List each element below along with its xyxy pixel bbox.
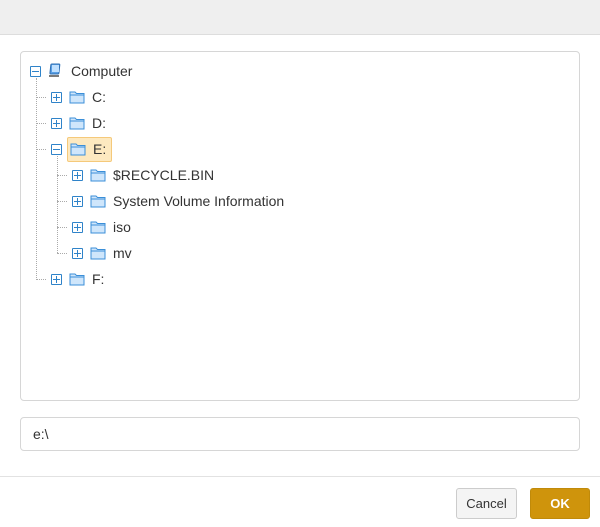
- tree-node-recycle-bin: $RECYCLE.BIN: [72, 164, 217, 186]
- expand-toggle[interactable]: [51, 273, 62, 285]
- tree-node-label[interactable]: E:: [90, 141, 109, 157]
- tree-connector-line: [36, 78, 37, 278]
- expand-toggle[interactable]: [51, 91, 62, 103]
- tree-node-system-volume-information: System Volume Information: [72, 190, 287, 212]
- selected-node-highlight[interactable]: E:: [67, 136, 113, 162]
- tree-node-mv: mv: [72, 242, 135, 264]
- computer-icon: [48, 63, 64, 79]
- tree-node-label[interactable]: System Volume Information: [110, 190, 287, 212]
- tree-node-iso: iso: [72, 216, 134, 238]
- expand-toggle[interactable]: [72, 169, 83, 181]
- tree-connector-line: [36, 123, 46, 124]
- collapse-toggle[interactable]: [30, 65, 41, 77]
- tree-connector-line: [57, 201, 67, 202]
- tree-node-drive-c: C:: [51, 86, 109, 108]
- expand-toggle[interactable]: [72, 195, 83, 207]
- path-input[interactable]: [20, 417, 580, 451]
- tree-node-drive-d: D:: [51, 112, 109, 134]
- folder-icon: [69, 90, 85, 104]
- tree-connector-line: [36, 279, 46, 280]
- dialog-title-bar: [0, 0, 600, 35]
- cancel-button[interactable]: Cancel: [456, 488, 517, 519]
- tree-connector-line: [36, 97, 46, 98]
- tree-node-label[interactable]: F:: [89, 268, 107, 290]
- tree-connector-line: [57, 253, 67, 254]
- collapse-toggle[interactable]: [51, 143, 62, 155]
- folder-icon: [90, 194, 106, 208]
- ok-button[interactable]: OK: [530, 488, 590, 519]
- folder-tree-panel[interactable]: Computer C: D: E: $RECYCLE.BIN System Vo…: [20, 51, 580, 401]
- expand-toggle[interactable]: [51, 117, 62, 129]
- expand-toggle[interactable]: [72, 247, 83, 259]
- tree-node-label[interactable]: C:: [89, 86, 109, 108]
- folder-icon: [90, 168, 106, 182]
- dialog-footer: Cancel OK: [0, 476, 600, 527]
- tree-node-computer: Computer: [30, 60, 135, 82]
- tree-node-drive-f: F:: [51, 268, 107, 290]
- tree-node-label[interactable]: D:: [89, 112, 109, 134]
- folder-icon: [70, 142, 86, 156]
- tree-node-label[interactable]: $RECYCLE.BIN: [110, 164, 217, 186]
- expand-toggle[interactable]: [72, 221, 83, 233]
- tree-connector-line: [36, 149, 46, 150]
- tree-node-drive-e: E:: [51, 136, 113, 162]
- tree-connector-line: [57, 156, 58, 253]
- tree-node-label[interactable]: mv: [110, 242, 135, 264]
- tree-connector-line: [57, 227, 67, 228]
- tree-node-label[interactable]: Computer: [68, 60, 135, 82]
- folder-icon: [90, 246, 106, 260]
- tree-connector-line: [57, 175, 67, 176]
- folder-icon: [69, 116, 85, 130]
- tree-node-label[interactable]: iso: [110, 216, 134, 238]
- folder-icon: [69, 272, 85, 286]
- folder-icon: [90, 220, 106, 234]
